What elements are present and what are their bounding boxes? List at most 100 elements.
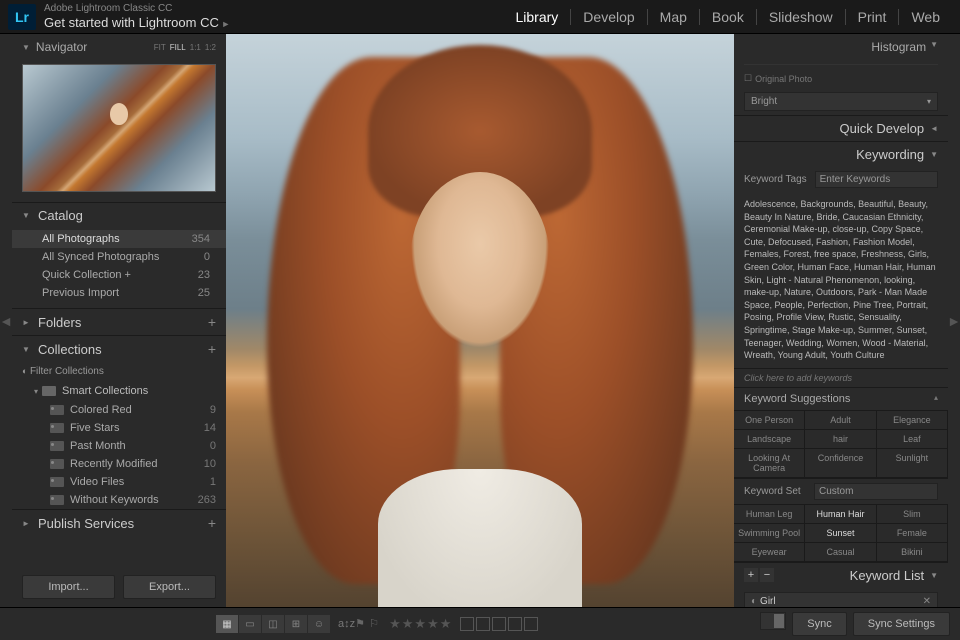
keyword-suggestion[interactable]: Confidence: [805, 449, 876, 478]
color-red[interactable]: [460, 617, 474, 631]
import-button[interactable]: Import...: [22, 575, 115, 599]
keywording-header[interactable]: Keywording: [734, 141, 948, 167]
catalog-item[interactable]: All Photographs354: [12, 230, 226, 248]
publish-title: Publish Services: [38, 516, 208, 531]
module-web[interactable]: Web: [899, 9, 952, 25]
navigator-title: Navigator: [36, 40, 150, 54]
sort-controls[interactable]: a↕z: [338, 618, 355, 630]
rating-stars[interactable]: ★★★★★: [389, 616, 452, 632]
keyword-set-item[interactable]: Eyewear: [734, 543, 805, 562]
sync-settings-button[interactable]: Sync Settings: [853, 612, 950, 636]
collection-item[interactable]: Colored Red9: [12, 401, 226, 419]
keyword-tags-mode-select[interactable]: Enter Keywords: [815, 171, 938, 188]
keyword-suggestion[interactable]: Leaf: [877, 430, 948, 449]
right-edge-toggle[interactable]: ►: [948, 34, 960, 607]
add-keywords-input[interactable]: Click here to add keywords: [734, 368, 948, 387]
collections-header[interactable]: ▼ Collections +: [12, 335, 226, 362]
histogram-chart[interactable]: [744, 64, 938, 65]
flag-pick-icon[interactable]: ⚑: [355, 617, 369, 631]
keyword-suggestions-grid: One PersonAdultElegance LandscapehairLeaf…: [734, 410, 948, 478]
keyword-set-item[interactable]: Casual: [805, 543, 876, 562]
histogram-header[interactable]: Histogram: [734, 34, 948, 60]
keyword-set-select[interactable]: Custom: [814, 483, 938, 500]
keyword-suggestion[interactable]: hair: [805, 430, 876, 449]
collection-item[interactable]: Without Keywords263: [12, 491, 226, 509]
sync-button[interactable]: Sync: [792, 612, 846, 636]
compare-view-icon[interactable]: ◫: [262, 615, 284, 633]
plus-icon[interactable]: +: [208, 341, 216, 357]
grid-view-icon[interactable]: ▦: [216, 615, 238, 633]
export-button[interactable]: Export...: [123, 575, 216, 599]
module-library[interactable]: Library: [504, 9, 572, 25]
keyword-list-search[interactable]: Girl: [744, 592, 938, 607]
keyword-list-header[interactable]: + − Keyword List: [734, 562, 948, 588]
image-canvas[interactable]: [226, 34, 734, 607]
chevron-down-icon: ▼: [22, 43, 30, 52]
color-blue[interactable]: [508, 617, 522, 631]
keyword-set-item[interactable]: Bikini: [877, 543, 948, 562]
color-green[interactable]: [492, 617, 506, 631]
keyword-suggestion[interactable]: One Person: [734, 411, 805, 430]
photo-preview: [226, 34, 734, 607]
quick-develop-header[interactable]: Quick Develop: [734, 115, 948, 141]
keyword-suggestion[interactable]: Adult: [805, 411, 876, 430]
keyword-suggestions-header[interactable]: Keyword Suggestions: [734, 387, 948, 410]
module-slideshow[interactable]: Slideshow: [757, 9, 846, 25]
catalog-item[interactable]: Previous Import25: [12, 284, 226, 302]
collection-item[interactable]: Past Month0: [12, 437, 226, 455]
keyword-set-item[interactable]: Human Leg: [734, 505, 805, 524]
collection-item[interactable]: Recently Modified10: [12, 455, 226, 473]
keyword-suggestion[interactable]: Landscape: [734, 430, 805, 449]
nav-zoom-fill[interactable]: FILL: [170, 43, 186, 52]
original-photo-checkbox[interactable]: Original Photo: [734, 69, 948, 88]
catalog-item[interactable]: Quick Collection +23: [12, 266, 226, 284]
app-title: Adobe Lightroom Classic CC: [44, 3, 230, 14]
keyword-set-item[interactable]: Slim: [877, 505, 948, 524]
gear-collection-icon: [50, 423, 64, 433]
keyword-suggestion[interactable]: Elegance: [877, 411, 948, 430]
nav-zoom-1:1[interactable]: 1:1: [190, 43, 201, 52]
keyword-suggestion[interactable]: Sunlight: [877, 449, 948, 478]
gear-collection-icon: [50, 441, 64, 451]
catalog-item[interactable]: All Synced Photographs0: [12, 248, 226, 266]
chevron-down-icon: ▼: [22, 211, 32, 220]
keyword-set-item[interactable]: Sunset: [805, 524, 876, 543]
navigator-thumbnail[interactable]: [22, 64, 216, 192]
people-view-icon[interactable]: ☺: [308, 615, 330, 633]
nav-zoom-fit[interactable]: FIT: [154, 43, 166, 52]
left-edge-toggle[interactable]: ◄: [0, 34, 12, 607]
collections-list: Colored Red9Five Stars14Past Month0Recen…: [12, 401, 226, 509]
folders-header[interactable]: ► Folders +: [12, 308, 226, 335]
keyword-set-item[interactable]: Female: [877, 524, 948, 543]
survey-view-icon[interactable]: ⊞: [285, 615, 307, 633]
plus-icon[interactable]: +: [208, 515, 216, 531]
navigator-header[interactable]: ▼ Navigator FIT FILL 1:1 1:2: [12, 34, 226, 60]
smart-collections-folder[interactable]: Smart Collections: [12, 381, 226, 401]
keywords-text[interactable]: Adolescence, Backgrounds, Beautiful, Bea…: [734, 192, 948, 368]
nav-zoom-1:2[interactable]: 1:2: [205, 43, 216, 52]
plus-icon[interactable]: +: [744, 568, 758, 582]
keyword-set-item[interactable]: Human Hair: [805, 505, 876, 524]
app-subtitle[interactable]: Get started with Lightroom CC: [44, 15, 230, 30]
color-yellow[interactable]: [476, 617, 490, 631]
keyword-set-item[interactable]: Swimming Pool: [734, 524, 805, 543]
keyword-list-title: Keyword List: [776, 568, 924, 583]
module-map[interactable]: Map: [648, 9, 700, 25]
module-book[interactable]: Book: [700, 9, 757, 25]
filter-collections[interactable]: Filter Collections: [12, 362, 226, 381]
flag-reject-icon[interactable]: ⚐: [369, 617, 383, 631]
catalog-header[interactable]: ▼ Catalog: [12, 202, 226, 228]
collection-item[interactable]: Video Files1: [12, 473, 226, 491]
sync-toggle[interactable]: [760, 612, 786, 630]
minus-icon[interactable]: −: [760, 568, 774, 582]
loupe-view-icon[interactable]: ▭: [239, 615, 261, 633]
module-develop[interactable]: Develop: [571, 9, 647, 25]
module-print[interactable]: Print: [846, 9, 900, 25]
keyword-suggestion[interactable]: Looking At Camera: [734, 449, 805, 478]
plus-icon[interactable]: +: [208, 314, 216, 330]
color-purple[interactable]: [524, 617, 538, 631]
collection-item[interactable]: Five Stars14: [12, 419, 226, 437]
navigator-zoom-options: FIT FILL 1:1 1:2: [150, 43, 216, 52]
publish-header[interactable]: ► Publish Services +: [12, 509, 226, 536]
bright-selector[interactable]: Bright: [744, 92, 938, 111]
